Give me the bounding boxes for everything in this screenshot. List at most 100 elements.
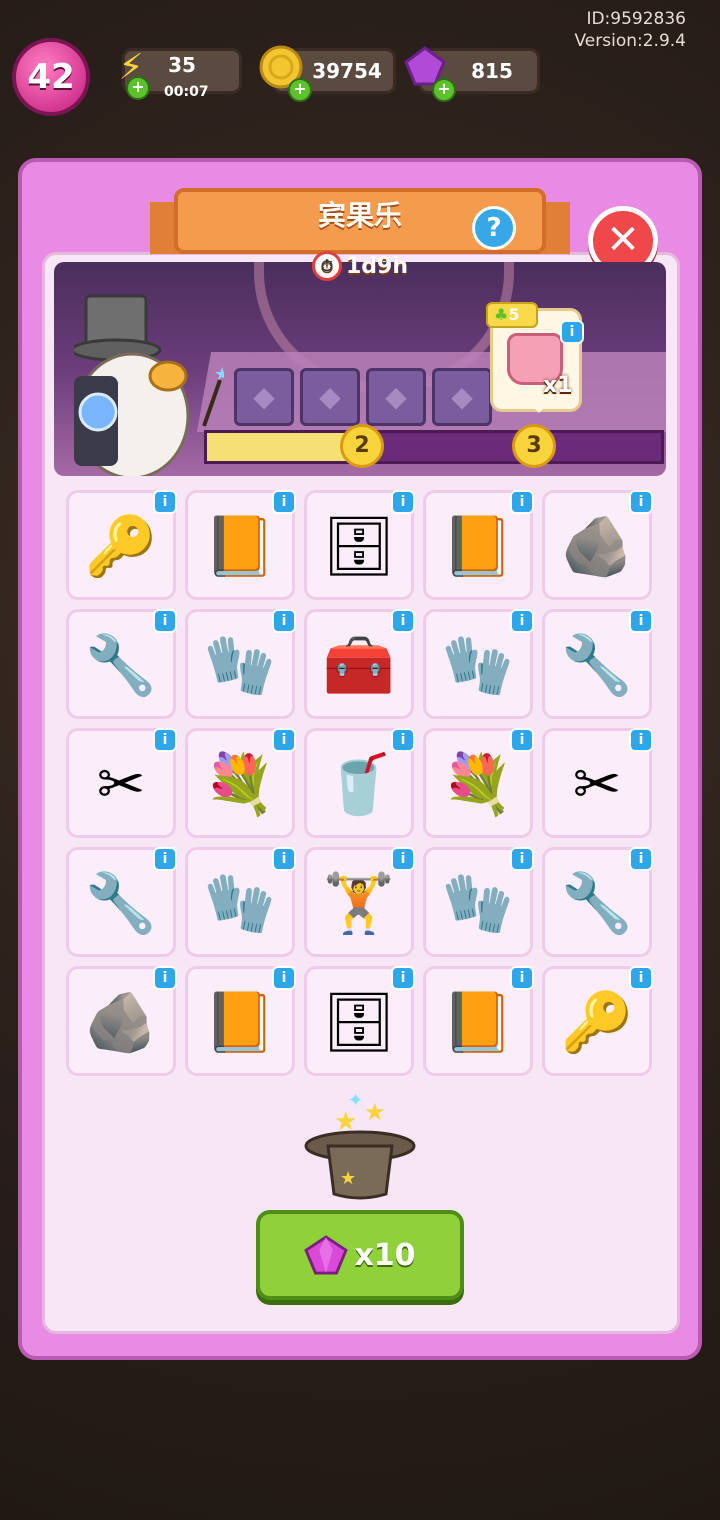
bingo-cell[interactable]: 📙 i — [185, 966, 296, 1076]
energy-timer: 00:07 — [164, 84, 209, 100]
green-pliers-icon: ✂ — [572, 750, 622, 818]
bingo-cell[interactable]: 🔑 i — [542, 966, 653, 1076]
item-info-button[interactable]: i — [391, 609, 415, 633]
item-info-button[interactable]: i — [153, 966, 177, 990]
reward-quantity: x1 — [543, 373, 573, 398]
level-badge[interactable]: 42 — [12, 38, 90, 116]
purple-tool-box-icon: 🧰 — [322, 631, 396, 699]
bingo-cell[interactable]: 🏋 i — [304, 847, 415, 957]
bingo-grid: 🔑 i 📙 i 🗄 i 📙 i 🪨 i 🔧 i 🧤 i 🧰 i 🧤 i 🔧 i ✂ i 💐 i 🥤 i 💐 i ✂ i 🔧 i 🧤 i 🏋 i 🧤 i 🔧 i… — [66, 490, 656, 1080]
add-energy-button[interactable]: + — [126, 76, 150, 100]
svg-text:★: ★ — [340, 1168, 356, 1189]
reward-info-button[interactable]: i — [560, 320, 584, 344]
clover-icon: ♣ — [494, 305, 509, 324]
buy-draws-button[interactable]: x10 — [256, 1210, 464, 1300]
item-info-button[interactable]: i — [272, 966, 296, 990]
orange-book-icon: 📙 — [441, 512, 515, 580]
item-info-button[interactable]: i — [391, 966, 415, 990]
energy-value: 35 — [168, 53, 196, 77]
magic-card — [234, 368, 294, 426]
add-gems-button[interactable]: + — [432, 78, 456, 102]
bingo-cell[interactable]: 💐 i — [185, 728, 296, 838]
bingo-cell[interactable]: 🧤 i — [185, 847, 296, 957]
key-tag-icon: 🔑 — [560, 988, 634, 1056]
green-glove-icon: 🧤 — [203, 869, 277, 937]
bingo-progress-bar — [204, 430, 664, 464]
bingo-cell[interactable]: 🗄 i — [304, 966, 415, 1076]
gem-value: 815 — [471, 59, 513, 83]
bingo-cell[interactable]: 📙 i — [423, 966, 534, 1076]
svg-text:★: ★ — [364, 1098, 386, 1126]
version-label: Version:2.9.4 — [574, 31, 687, 51]
item-info-button[interactable]: i — [629, 966, 653, 990]
green-glove-icon: 🧤 — [441, 631, 515, 699]
item-info-button[interactable]: i — [272, 490, 296, 514]
progress-step-2: 2 — [340, 424, 384, 468]
item-info-button[interactable]: i — [629, 490, 653, 514]
item-info-button[interactable]: i — [391, 490, 415, 514]
wooden-cabinet-icon: 🗄 — [322, 988, 396, 1056]
bingo-cell[interactable]: 🧤 i — [423, 847, 534, 957]
green-wrench-icon: 🔧 — [560, 631, 634, 699]
countdown-text: 1d9h — [346, 253, 409, 279]
build-info: ID:9592836 Version:2.9.4 — [575, 8, 687, 52]
flower-crate-icon: 💐 — [441, 750, 515, 818]
item-info-button[interactable]: i — [510, 966, 534, 990]
bingo-cell[interactable]: 📙 i — [423, 490, 534, 600]
magic-card — [366, 368, 426, 426]
shaker-bottle-icon: 🥤 — [322, 750, 396, 818]
item-info-button[interactable]: i — [272, 847, 296, 871]
bingo-cell[interactable]: 🔧 i — [66, 609, 177, 719]
bingo-cell[interactable]: 💐 i — [423, 728, 534, 838]
item-info-button[interactable]: i — [510, 609, 534, 633]
item-info-button[interactable]: i — [153, 490, 177, 514]
green-glove-icon: 🧤 — [203, 631, 277, 699]
clock-icon: ⏱ — [312, 251, 342, 281]
item-info-button[interactable]: i — [629, 609, 653, 633]
player-id: ID:9592836 — [586, 9, 686, 29]
item-info-button[interactable]: i — [153, 609, 177, 633]
bingo-cell[interactable]: 🔧 i — [542, 847, 653, 957]
green-pliers-icon: ✂ — [96, 750, 146, 818]
bingo-cell[interactable]: ✂ i — [66, 728, 177, 838]
bingo-cell[interactable]: 📙 i — [185, 490, 296, 600]
item-info-button[interactable]: i — [272, 728, 296, 752]
bingo-cell[interactable]: 🧤 i — [423, 609, 534, 719]
item-info-button[interactable]: i — [272, 609, 296, 633]
clover-badge: ♣5 — [486, 302, 538, 328]
add-coins-button[interactable]: + — [288, 78, 312, 102]
item-info-button[interactable]: i — [629, 847, 653, 871]
green-wrench-icon: 🔧 — [560, 869, 634, 937]
svg-text:★: ★ — [214, 364, 224, 385]
progress-step-3: 3 — [512, 424, 556, 468]
item-info-button[interactable]: i — [153, 847, 177, 871]
bingo-cell[interactable]: 🥤 i — [304, 728, 415, 838]
orange-book-icon: 📙 — [441, 988, 515, 1056]
bingo-cell[interactable]: 🔧 i — [542, 609, 653, 719]
svg-text:★: ★ — [334, 1107, 357, 1137]
flower-crate-icon: 💐 — [203, 750, 277, 818]
bingo-cell[interactable]: ✂ i — [542, 728, 653, 838]
bingo-cell[interactable]: 🗄 i — [304, 490, 415, 600]
rock-pile-icon: 🪨 — [84, 988, 158, 1056]
level-number: 42 — [27, 57, 75, 97]
event-countdown: ⏱ 1d9h — [312, 250, 408, 282]
bingo-cell[interactable]: 🧤 i — [185, 609, 296, 719]
item-info-button[interactable]: i — [510, 728, 534, 752]
bingo-cell[interactable]: 🔧 i — [66, 847, 177, 957]
item-info-button[interactable]: i — [629, 728, 653, 752]
magic-hat-icon: ★ ★ ✦ ★ — [304, 1090, 416, 1200]
item-info-button[interactable]: i — [153, 728, 177, 752]
bingo-cell[interactable]: 🪨 i — [66, 966, 177, 1076]
bingo-cell[interactable]: 🪨 i — [542, 490, 653, 600]
item-info-button[interactable]: i — [510, 490, 534, 514]
help-button[interactable]: ? — [472, 206, 516, 250]
bingo-cell[interactable]: 🧰 i — [304, 609, 415, 719]
green-wrench-icon: 🔧 — [84, 869, 158, 937]
buy-draws-label: x10 — [354, 1237, 416, 1273]
item-info-button[interactable]: i — [391, 847, 415, 871]
item-info-button[interactable]: i — [510, 847, 534, 871]
bingo-cell[interactable]: 🔑 i — [66, 490, 177, 600]
item-info-button[interactable]: i — [391, 728, 415, 752]
green-glove-icon: 🧤 — [441, 869, 515, 937]
